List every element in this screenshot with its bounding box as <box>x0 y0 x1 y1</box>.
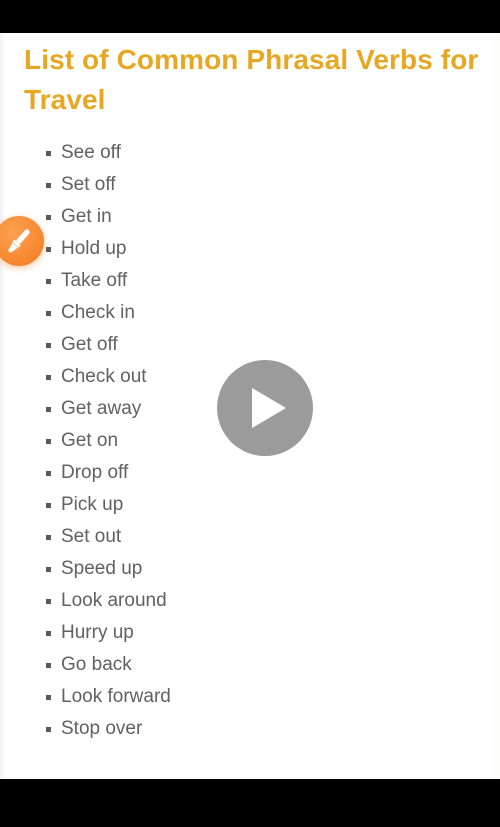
play-icon <box>252 388 286 428</box>
bullet-square-icon <box>46 311 51 316</box>
bullet-square-icon <box>46 215 51 220</box>
list-item-label: Check out <box>61 366 147 387</box>
list-item: Go back <box>0 649 500 681</box>
list-item-label: Look around <box>61 590 167 611</box>
bullet-square-icon <box>46 151 51 156</box>
bullet-square-icon <box>46 439 51 444</box>
list-item: Look forward <box>0 681 500 713</box>
bullet-square-icon <box>46 279 51 284</box>
edit-fab-button[interactable] <box>0 216 44 266</box>
list-item-label: Go back <box>61 654 132 675</box>
list-item-label: Hold up <box>61 238 127 259</box>
list-item-label: Get off <box>61 334 118 355</box>
list-item-label: Drop off <box>61 462 129 483</box>
bullet-square-icon <box>46 183 51 188</box>
list-item-label: Take off <box>61 270 128 291</box>
paintbrush-icon <box>8 229 30 253</box>
list-item: Check in <box>0 297 500 329</box>
list-item-label: Get in <box>61 206 112 227</box>
list-item-label: Look forward <box>61 686 171 707</box>
list-item: Set off <box>0 169 500 201</box>
list-item-label: Pick up <box>61 494 124 515</box>
list-item-label: See off <box>61 142 121 163</box>
list-item: Speed up <box>0 553 500 585</box>
screenshot-root: List of Common Phrasal Verbs for Travel … <box>0 0 500 827</box>
bullet-square-icon <box>46 631 51 636</box>
list-item: Drop off <box>0 457 500 489</box>
list-item: Hold up <box>0 233 500 265</box>
list-item-label: Set off <box>61 174 116 195</box>
list-item-label: Check in <box>61 302 135 323</box>
bullet-square-icon <box>46 375 51 380</box>
list-item: Get off <box>0 329 500 361</box>
video-play-button[interactable] <box>217 360 313 456</box>
list-item: Pick up <box>0 489 500 521</box>
bullet-square-icon <box>46 503 51 508</box>
list-item-label: Set out <box>61 526 122 547</box>
bullet-square-icon <box>46 599 51 604</box>
bullet-square-icon <box>46 727 51 732</box>
bullet-square-icon <box>46 471 51 476</box>
bullet-square-icon <box>46 663 51 668</box>
bullet-square-icon <box>46 407 51 412</box>
letterbox-top-bar <box>0 0 500 33</box>
bullet-square-icon <box>46 343 51 348</box>
list-item: Hurry up <box>0 617 500 649</box>
list-item: Take off <box>0 265 500 297</box>
list-item-label: Speed up <box>61 558 143 579</box>
list-item-label: Hurry up <box>61 622 134 643</box>
list-item-label: Get away <box>61 398 142 419</box>
list-item: Set out <box>0 521 500 553</box>
list-item: Stop over <box>0 713 500 745</box>
letterbox-bottom-bar <box>0 779 500 827</box>
list-item: Look around <box>0 585 500 617</box>
bullet-square-icon <box>46 695 51 700</box>
list-item: See off <box>0 137 500 169</box>
bullet-square-icon <box>46 567 51 572</box>
bullet-square-icon <box>46 247 51 252</box>
page-title: List of Common Phrasal Verbs for Travel <box>24 44 479 115</box>
article-page: List of Common Phrasal Verbs for Travel … <box>0 33 500 779</box>
list-item-label: Get on <box>61 430 119 451</box>
bullet-square-icon <box>46 535 51 540</box>
list-item: Get in <box>0 201 500 233</box>
list-item-label: Stop over <box>61 718 143 739</box>
